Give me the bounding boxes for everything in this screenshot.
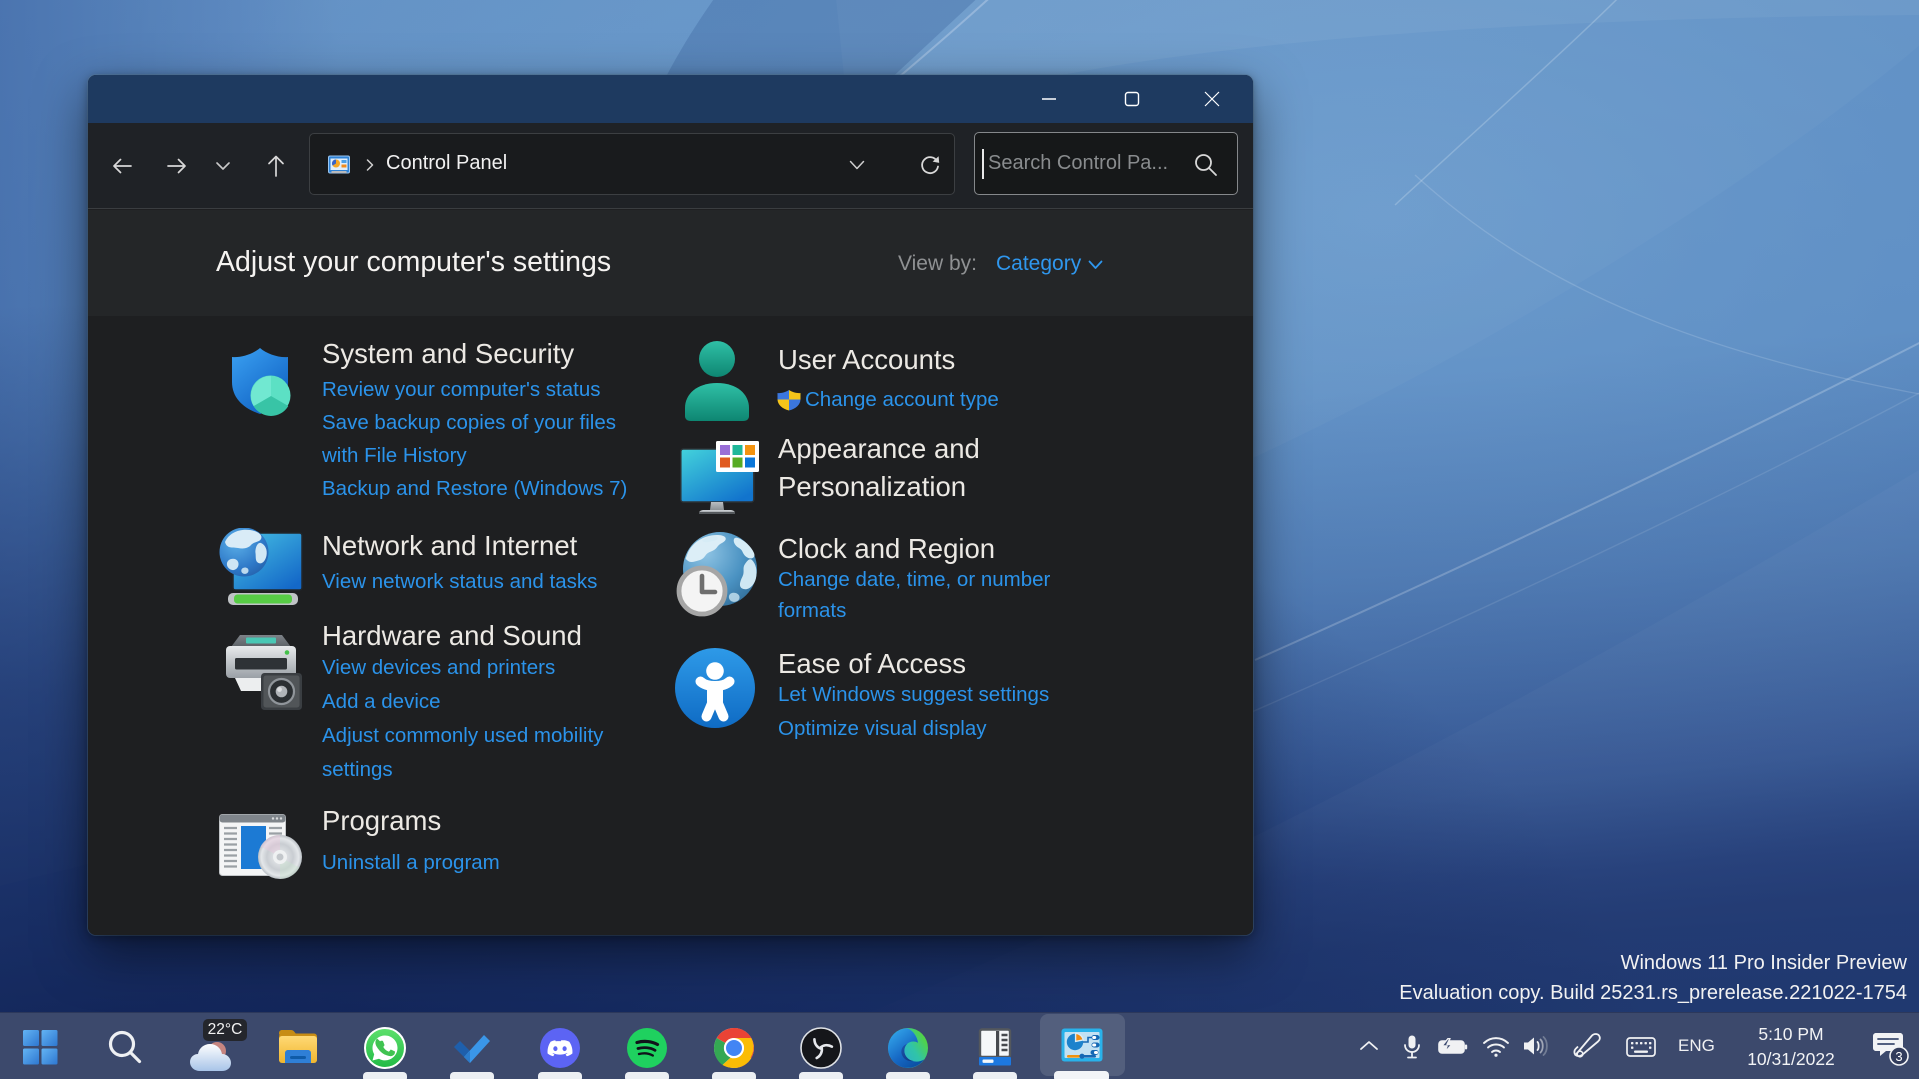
svg-text:3: 3: [1895, 1049, 1902, 1064]
